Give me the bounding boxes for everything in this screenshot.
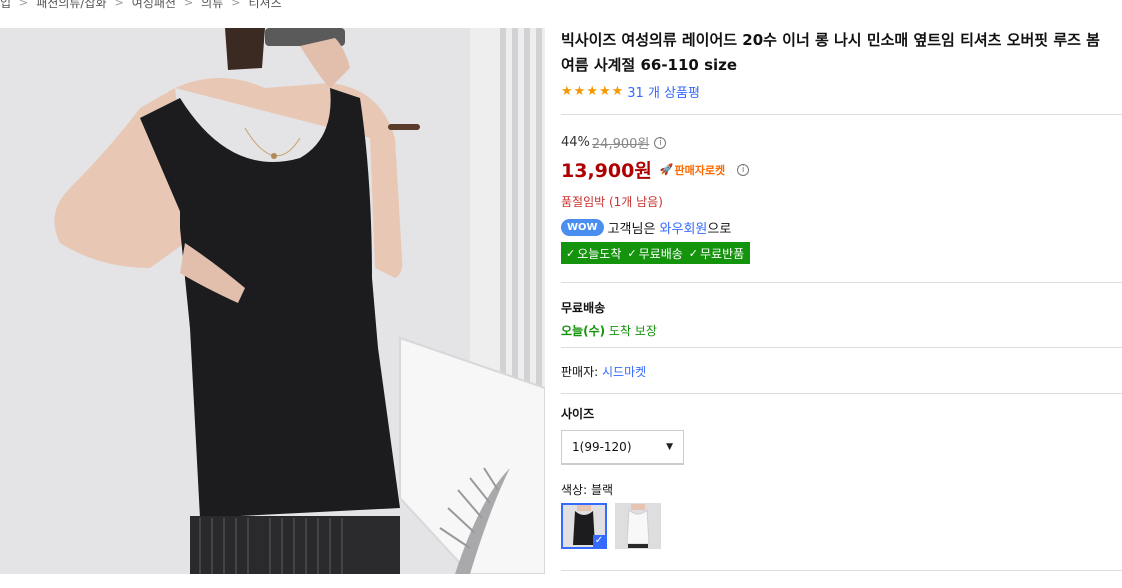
- benefit-label: 오늘도착: [577, 246, 622, 261]
- discount-row: 44% 24,900원 i: [561, 133, 749, 152]
- benefit-badges: ✓ 오늘도착 ✓ 무료배송 ✓ 무료반품: [561, 242, 751, 264]
- rocket-icon: 🚀: [659, 163, 674, 176]
- breadcrumb-item[interactable]: 의류: [201, 0, 223, 11]
- check-icon: ✓: [688, 246, 698, 260]
- original-price: 24,900원: [591, 137, 650, 152]
- wow-member-row: WOW 고객님은 와우회원 으로: [561, 218, 731, 237]
- star-icon: ★: [561, 83, 573, 99]
- breadcrumb-item[interactable]: 입: [0, 0, 11, 11]
- product-title: 빅사이즈 여성의류 레이어드 20수 이너 롱 나시 민소매 옆트임 티셔츠 오…: [561, 31, 1100, 74]
- size-label: 사이즈: [561, 407, 595, 421]
- star-icon: ★: [573, 83, 586, 99]
- sale-row: 13,900원 🚀 판매자로켓 i: [561, 156, 750, 183]
- wow-badge: WOW: [561, 219, 604, 236]
- breadcrumb-item[interactable]: 티셔츠: [248, 0, 281, 11]
- discount-rate: 44%: [561, 135, 590, 150]
- delivery-day: 오늘(수): [561, 324, 606, 338]
- check-icon: ✓: [566, 246, 576, 260]
- star-icon: ★: [598, 83, 611, 99]
- divider: [561, 282, 1122, 283]
- caret-down-icon: ▼: [666, 442, 673, 452]
- benefit-free-shipping: ✓ 무료배송: [627, 245, 682, 262]
- star-icon: ★: [611, 83, 624, 99]
- seller-rocket-badge: 🚀 판매자로켓: [660, 162, 725, 178]
- info-icon[interactable]: i: [654, 136, 667, 149]
- product-info-panel: 빅사이즈 여성의류 레이어드 20수 이너 롱 나시 민소매 옆트임 티셔츠 오…: [561, 28, 1122, 101]
- benefit-free-return: ✓ 무료반품: [689, 245, 744, 262]
- wow-prefix: 고객님은: [607, 222, 660, 237]
- seller-name-link[interactable]: 시드마켓: [602, 365, 646, 379]
- breadcrumb-item[interactable]: 패션의류/잡화: [36, 0, 106, 11]
- size-dropdown[interactable]: 1(99-120) ▼: [561, 430, 684, 465]
- breadcrumb-item[interactable]: 여성패션: [132, 0, 176, 11]
- star-rating: ★ ★ ★ ★ ★: [561, 85, 623, 98]
- color-section: 색상: 블랙 ✓: [561, 481, 661, 549]
- divider: [561, 347, 1122, 348]
- product-main-image[interactable]: [0, 28, 545, 574]
- divider: [561, 114, 1122, 115]
- color-label: 색상: 블랙: [561, 483, 614, 497]
- delivery-guarantee: 도착 보장: [605, 324, 657, 338]
- info-icon[interactable]: i: [737, 163, 750, 176]
- wow-member-link[interactable]: 와우회원: [660, 218, 708, 237]
- stock-notice: 품절임박 (1개 남음): [561, 195, 663, 209]
- check-icon: ✓: [627, 246, 637, 260]
- divider: [561, 570, 1122, 571]
- review-count-link[interactable]: 31 개 상품평: [627, 82, 700, 101]
- chevron-right-icon: >: [114, 0, 124, 9]
- size-section: 사이즈 1(99-120) ▼: [561, 405, 684, 465]
- rating-row: ★ ★ ★ ★ ★ 31 개 상품평: [561, 82, 1122, 101]
- swatch-thumbnail: [616, 504, 660, 548]
- delivery-date: 오늘(수) 도착 보장: [561, 322, 657, 339]
- benefit-label: 무료배송: [638, 246, 683, 261]
- benefit-label: 무료반품: [700, 246, 745, 261]
- shipping-title: 무료배송: [561, 301, 606, 315]
- product-photo-illustration: [0, 28, 545, 574]
- chevron-right-icon: >: [19, 0, 29, 9]
- rocket-label: 판매자로켓: [674, 163, 726, 177]
- price-area: 44% 24,900원 i 13,900원 🚀 판매자로켓 i 품절임박 (1개…: [561, 133, 750, 210]
- seller-row: 판매자: 시드마켓: [561, 363, 646, 380]
- chevron-right-icon: >: [183, 0, 194, 9]
- seller-label: 판매자:: [561, 365, 602, 379]
- size-selected-value: 1(99-120): [572, 440, 632, 454]
- color-swatches: ✓: [561, 503, 661, 549]
- check-icon: ✓: [593, 535, 605, 547]
- breadcrumb: 입 > 패션의류/잡화 > 여성패션 > 의류 > 티셔츠: [0, 0, 282, 11]
- chevron-right-icon: >: [231, 0, 241, 9]
- wow-suffix: 으로: [707, 222, 732, 237]
- benefit-today-arrival: ✓ 오늘도착: [566, 245, 621, 262]
- star-icon: ★: [586, 83, 598, 99]
- shipping-section: 무료배송 오늘(수) 도착 보장: [561, 299, 657, 339]
- divider: [561, 393, 1122, 394]
- sale-price: 13,900원: [561, 160, 652, 182]
- color-swatch-black[interactable]: ✓: [561, 503, 607, 549]
- color-swatch-white[interactable]: [615, 503, 661, 549]
